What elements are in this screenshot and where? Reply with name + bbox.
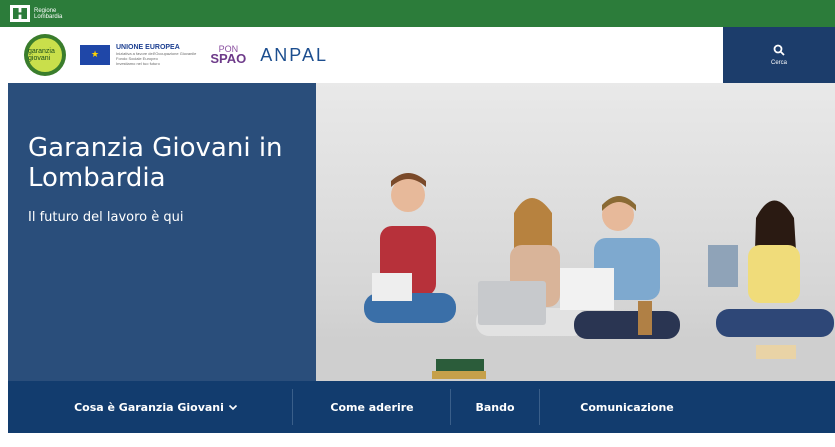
chevron-down-icon bbox=[228, 404, 237, 411]
anpal-logo: ANPAL bbox=[260, 44, 328, 65]
nav-item-label: Come aderire bbox=[330, 400, 414, 414]
garanzia-giovani-logo-text: garanzia giovani bbox=[28, 38, 62, 72]
garanzia-giovani-logo[interactable]: garanzia giovani bbox=[24, 34, 66, 76]
nav-come-aderire[interactable]: Come aderire bbox=[304, 381, 440, 433]
nav-item-label: Bando bbox=[475, 400, 515, 414]
pon-spao-logo: PON SPAO bbox=[210, 44, 246, 66]
nav-item-label: Cosa è Garanzia Giovani bbox=[74, 400, 224, 414]
regione-lombardia-logo[interactable]: Regione Lombardia bbox=[10, 5, 62, 22]
nav-bando[interactable]: Bando bbox=[462, 381, 528, 433]
spao-label: SPAO bbox=[210, 51, 247, 66]
ue-title: UNIONE EUROPEA bbox=[116, 44, 180, 51]
nav-comunicazione[interactable]: Comunicazione bbox=[552, 381, 702, 433]
search-icon bbox=[773, 44, 785, 56]
hero-banner: Garanzia Giovani in Lombardia Il futuro … bbox=[8, 83, 835, 381]
students-illustration bbox=[316, 173, 835, 381]
nav-cosa-e-garanzia-giovani[interactable]: Cosa è Garanzia Giovani bbox=[68, 381, 244, 433]
nav-separator bbox=[539, 389, 540, 425]
main-navigation: Cosa è Garanzia Giovani Come aderire Ban… bbox=[8, 381, 835, 433]
search-label: Cerca bbox=[770, 60, 787, 66]
nav-separator bbox=[450, 389, 451, 425]
nav-separator bbox=[292, 389, 293, 425]
hero-title: Garanzia Giovani in Lombardia bbox=[28, 133, 283, 193]
unione-europea-logo: ★ UNIONE EUROPEA Iniziativa a favore del… bbox=[80, 44, 196, 66]
ue-sub-3: Investiamo nel tuo futuro bbox=[116, 61, 160, 66]
hero-subtitle: Il futuro del lavoro è qui bbox=[28, 210, 184, 225]
search-button[interactable]: Cerca bbox=[723, 27, 835, 83]
hero-panel: Garanzia Giovani in Lombardia Il futuro … bbox=[8, 83, 316, 381]
nav-item-label: Comunicazione bbox=[580, 400, 674, 414]
eu-flag-icon: ★ bbox=[80, 45, 110, 65]
hero-photo-students bbox=[316, 83, 835, 381]
partner-logos: garanzia giovani ★ UNIONE EUROPEA Inizia… bbox=[24, 34, 328, 76]
site-header: garanzia giovani ★ UNIONE EUROPEA Inizia… bbox=[8, 27, 835, 84]
top-bar: Regione Lombardia bbox=[0, 0, 835, 27]
page-bottom-area bbox=[8, 433, 835, 447]
brand-line-2: Lombardia bbox=[34, 13, 63, 20]
regione-lombardia-mark-icon bbox=[10, 5, 30, 22]
